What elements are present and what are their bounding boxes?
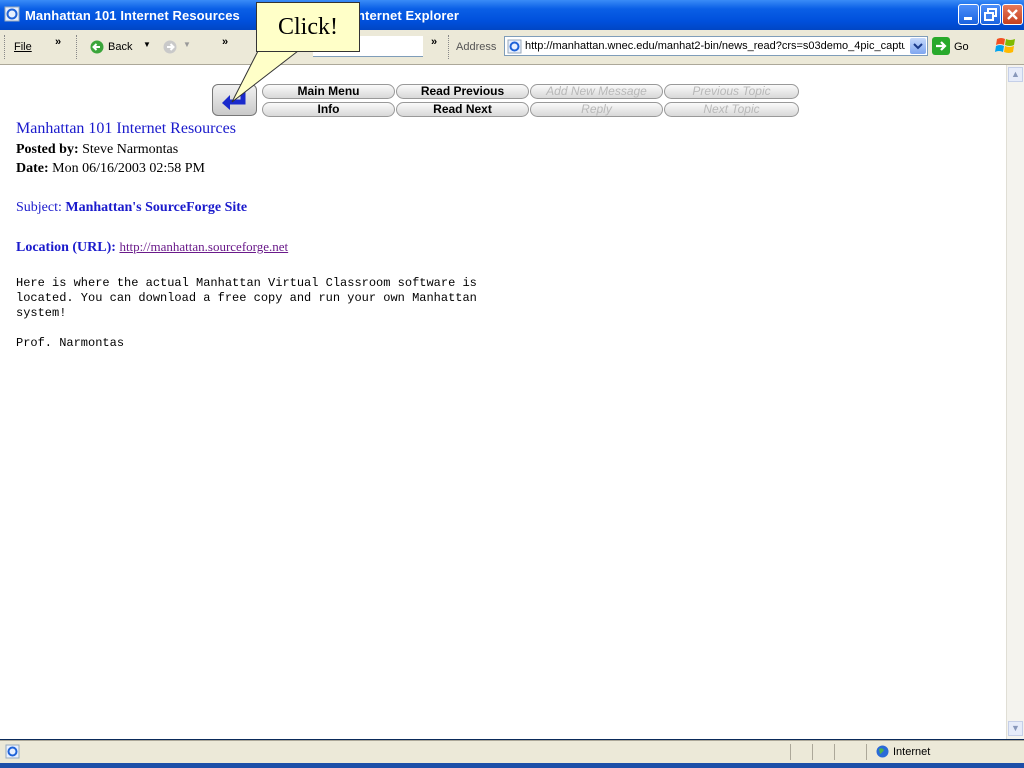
status-divider [812,744,813,760]
previous-topic-button[interactable]: Previous Topic [664,84,799,99]
toolbar-grip[interactable] [448,35,451,59]
message-body: Here is where the actual Manhattan Virtu… [16,276,477,350]
posted-by-label: Posted by: [16,142,79,157]
toolbar-grip[interactable] [76,35,79,59]
window-title-left: Manhattan 101 Internet Resources [25,8,240,23]
close-button[interactable] [1002,4,1023,25]
minimize-button[interactable] [958,4,979,25]
internet-globe-icon [876,745,889,758]
go-label[interactable]: Go [954,41,969,53]
address-url: http://manhattan.wnec.edu/manhat2-bin/ne… [525,40,905,52]
window-title-right: nternet Explorer [357,8,460,23]
address-bar[interactable]: http://manhattan.wnec.edu/manhat2-bin/ne… [504,36,928,56]
click-callout: Click! [256,2,360,52]
go-arrow-icon [936,41,947,51]
address-label: Address [456,41,497,53]
status-divider [866,744,867,760]
date-label: Date: [16,161,49,176]
date-line: Date: Mon 06/16/2003 02:58 PM [16,161,205,177]
posted-by-value: Steve Narmontas [82,142,179,157]
scroll-up-icon[interactable]: ▲ [1008,67,1023,82]
restore-button[interactable] [980,4,1001,25]
date-value: Mon 06/16/2003 02:58 PM [52,161,206,176]
windows-logo-icon [995,38,1015,53]
go-button[interactable] [932,37,950,55]
next-topic-button[interactable]: Next Topic [664,102,799,117]
ie-page-icon [507,39,522,54]
subject-label: Subject: [16,200,62,215]
location-link[interactable]: http://manhattan.sourceforge.net [119,239,288,254]
file-menu[interactable]: File [14,41,32,53]
close-icon [1007,9,1018,20]
add-new-message-button[interactable]: Add New Message [530,84,663,99]
subject-value: Manhattan's SourceForge Site [65,200,248,215]
status-bar: Internet [0,740,1024,763]
scroll-down-icon[interactable]: ▼ [1008,721,1023,736]
ie-page-icon [4,6,20,22]
back-dropdown-chevron-icon[interactable]: ▼ [143,40,151,49]
status-divider [834,744,835,760]
reply-button[interactable]: Reply [530,102,663,117]
forward-arrow-icon[interactable] [163,40,177,54]
status-divider [790,744,791,760]
subject-line: Subject: Manhattan's SourceForge Site [16,200,247,216]
menu-overflow-chevron-icon[interactable]: » [55,36,61,48]
forward-dropdown-chevron-icon[interactable]: ▼ [183,40,191,49]
toolbar-grip[interactable] [4,35,7,59]
window-bottom-edge [0,763,1024,768]
back-button[interactable]: Back [108,41,132,53]
restore-icon [984,8,997,21]
location-line: Location (URL): http://manhattan.sourcef… [16,239,288,256]
chevron-down-icon [913,43,923,50]
title-bar[interactable]: Manhattan 101 Internet Resources nternet… [0,0,1024,30]
address-dropdown-button[interactable] [910,38,926,54]
ie-page-icon [5,744,20,759]
security-zone-label: Internet [893,746,931,758]
read-previous-button[interactable]: Read Previous [396,84,529,99]
location-label: Location (URL): [16,240,116,255]
toolbar: File » Back ▼ ▼ » » Address http://manha… [0,30,1024,65]
posted-by-line: Posted by: Steve Narmontas [16,142,178,158]
vertical-scrollbar[interactable]: ▲ ▼ [1006,65,1024,739]
minimize-icon [964,17,972,20]
links-overflow-chevron-icon[interactable]: » [431,36,437,48]
read-next-button[interactable]: Read Next [396,102,529,117]
message-title: Manhattan 101 Internet Resources [16,120,236,137]
browser-window: Manhattan 101 Internet Resources nternet… [0,0,1024,768]
back-arrow-icon[interactable] [90,40,104,54]
